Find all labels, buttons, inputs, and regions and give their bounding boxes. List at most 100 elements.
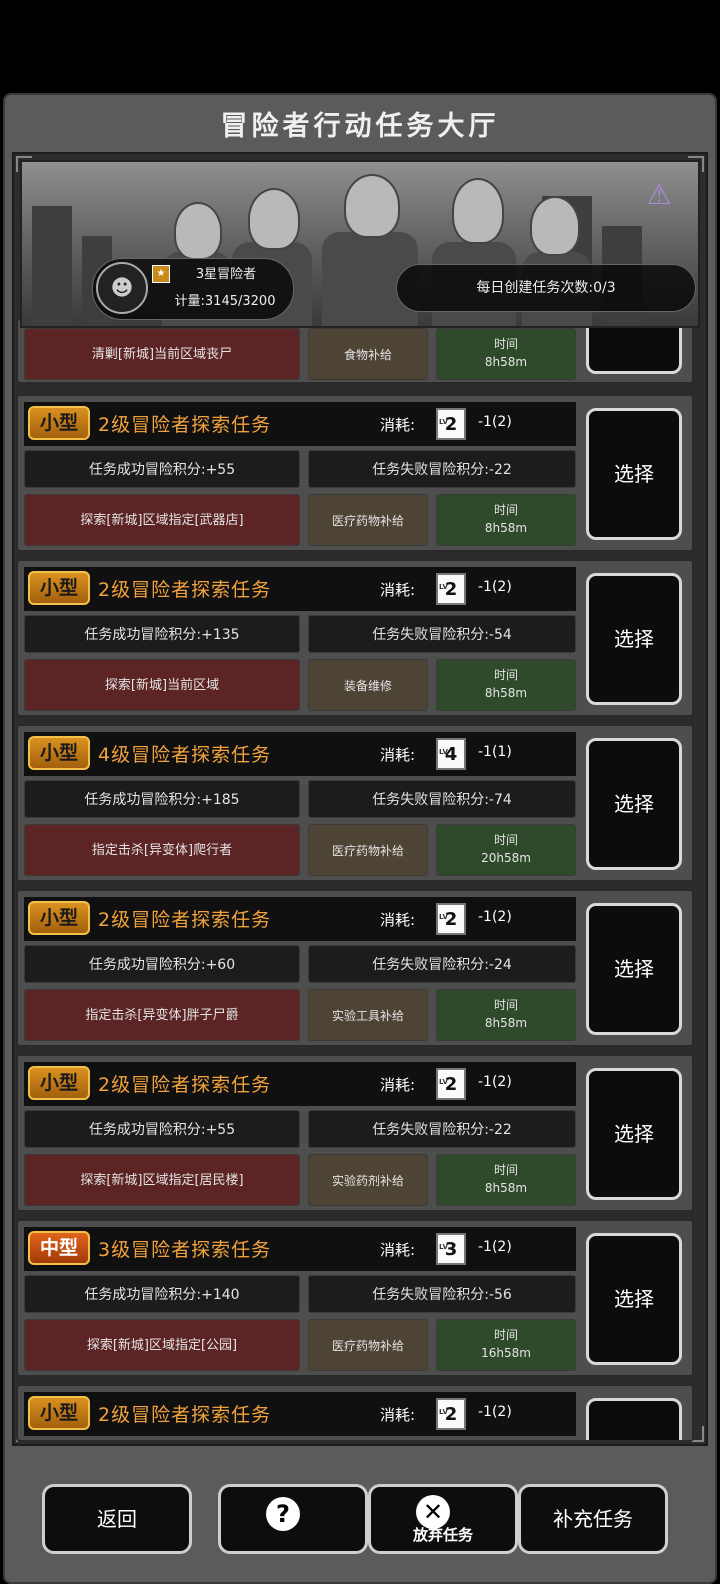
level-ticket-icon: LV 2 xyxy=(436,1398,466,1430)
task-title-bar: 小型 2级冒险者探索任务 消耗: LV 2 -1(2) xyxy=(24,1062,576,1106)
task-time: 时间 8h58m xyxy=(436,494,576,546)
task-success-score: 任务成功冒险积分:+135 xyxy=(24,615,300,653)
select-button[interactable]: 选择 xyxy=(586,903,682,1035)
time-value: 20h58m xyxy=(481,851,531,865)
task-size-badge: 小型 xyxy=(28,571,90,605)
task-time: 时间 8h58m xyxy=(436,1154,576,1206)
abandon-task-button[interactable]: ✕ 放弃任务 xyxy=(368,1484,518,1554)
cost-value: -1(2) xyxy=(478,1404,512,1420)
back-button[interactable]: 返回 xyxy=(42,1484,192,1554)
task-title: 2级冒险者探索任务 xyxy=(98,1404,272,1426)
task-card: 小型 2级冒险者探索任务 消耗: LV 2 -1(2) xyxy=(16,1384,694,1442)
select-button[interactable] xyxy=(586,1398,682,1440)
rank-name: 3星冒险者 xyxy=(195,267,257,282)
task-target: 探索[新城]区域指定[居民楼] xyxy=(24,1154,300,1206)
task-fail-score: 任务失败冒险积分:-24 xyxy=(308,945,576,983)
task-fail-score: 任务失败冒险积分:-54 xyxy=(308,615,576,653)
task-title-bar: 中型 3级冒险者探索任务 消耗: LV 3 -1(2) xyxy=(24,1227,576,1271)
task-title: 2级冒险者探索任务 xyxy=(98,579,272,601)
task-reward: 装备维修 xyxy=(308,659,428,711)
task-title: 2级冒险者探索任务 xyxy=(98,909,272,931)
cost-value: -1(2) xyxy=(478,1074,512,1090)
time-value: 16h58m xyxy=(481,1346,531,1360)
task-title-bar: 小型 2级冒险者探索任务 消耗: LV 2 -1(2) xyxy=(24,897,576,941)
cost-label: 消耗: xyxy=(380,1406,416,1424)
task-time: 时间 20h58m xyxy=(436,824,576,876)
task-target: 指定击杀[异变体]胖子尸爵 xyxy=(24,989,300,1041)
task-card: 小型 2级冒险者探索任务 消耗: LV 2 -1(2) 任务成功冒险积分:+60 … xyxy=(16,889,694,1047)
abandon-task-label: 放弃任务 xyxy=(412,1526,473,1544)
task-target: 探索[新城]当前区域 xyxy=(24,659,300,711)
select-button[interactable]: 选择 xyxy=(586,1068,682,1200)
task-time: 时间 8h58m xyxy=(436,659,576,711)
select-button[interactable]: 选择 xyxy=(586,408,682,540)
task-reward: 医疗药物补给 xyxy=(308,1319,428,1371)
task-reward: 实验药剂补给 xyxy=(308,1154,428,1206)
page-title: 冒险者行动任务大厅 xyxy=(220,111,500,142)
task-title-bar: 小型 4级冒险者探索任务 消耗: LV 4 -1(1) xyxy=(24,732,576,776)
abandon-x-icon: ✕ xyxy=(416,1495,450,1529)
task-success-score: 任务成功冒险积分:+185 xyxy=(24,780,300,818)
cost-label: 消耗: xyxy=(380,746,416,764)
cost-label: 消耗: xyxy=(380,1241,416,1259)
task-size-badge: 小型 xyxy=(28,901,90,935)
task-card: 小型 2级冒险者探索任务 消耗: LV 2 -1(2) 任务成功冒险积分:+135… xyxy=(16,559,694,717)
task-reward: 医疗药物补给 xyxy=(308,824,428,876)
level-ticket-icon: LV 2 xyxy=(436,1068,466,1100)
task-title-bar: 小型 2级冒险者探索任务 消耗: LV 2 -1(2) xyxy=(24,402,576,446)
time-label: 时间 xyxy=(493,833,518,847)
task-fail-score: 任务失败冒险积分:-22 xyxy=(308,450,576,488)
level-ticket-icon: LV 4 xyxy=(436,738,466,770)
task-reward: 食物补给 xyxy=(308,328,428,380)
cost-value: -1(2) xyxy=(478,579,512,595)
task-title: 2级冒险者探索任务 xyxy=(98,1074,272,1096)
task-reward: 实验工具补给 xyxy=(308,989,428,1041)
task-reward: 医疗药物补给 xyxy=(308,494,428,546)
select-button[interactable]: 选择 xyxy=(586,1233,682,1365)
time-label: 时间 xyxy=(493,1163,518,1177)
task-card: 小型 2级冒险者探索任务 消耗: LV 2 -1(2) 任务成功冒险积分:+55 … xyxy=(16,394,694,552)
select-button[interactable]: 选择 xyxy=(586,738,682,870)
cost-value: -1(1) xyxy=(478,744,512,760)
task-title: 3级冒险者探索任务 xyxy=(98,1239,272,1261)
task-target: 探索[新城]区域指定[武器店] xyxy=(24,494,300,546)
task-size-badge: 小型 xyxy=(28,1396,90,1430)
task-success-score: 任务成功冒险积分:+60 xyxy=(24,945,300,983)
task-fail-score: 任务失败冒险积分:-22 xyxy=(308,1110,576,1148)
cost-value: -1(2) xyxy=(478,414,512,430)
task-size-badge: 小型 xyxy=(28,406,90,440)
level-ticket-icon: LV 2 xyxy=(436,573,466,605)
task-card: 小型 2级冒险者探索任务 消耗: LV 2 -1(2) 任务成功冒险积分:+55 … xyxy=(16,1054,694,1212)
task-size-badge: 小型 xyxy=(28,736,90,770)
select-button[interactable]: 选择 xyxy=(586,573,682,705)
task-target: 清剿[新城]当前区域丧尸 xyxy=(24,328,300,380)
time-value: 8h58m xyxy=(484,1016,528,1030)
task-target: 探索[新城]区域指定[公园] xyxy=(24,1319,300,1371)
cost-label: 消耗: xyxy=(380,1076,416,1094)
task-time: 时间 8h58m xyxy=(436,328,576,380)
task-target: 指定击杀[异变体]爬行者 xyxy=(24,824,300,876)
level-ticket-icon: LV 3 xyxy=(436,1233,466,1265)
help-button[interactable]: ? xyxy=(218,1484,368,1554)
task-card: 中型 3级冒险者探索任务 消耗: LV 3 -1(2) 任务成功冒险积分:+140… xyxy=(16,1219,694,1377)
triangle-logo-icon: ⚠ xyxy=(646,178,672,211)
task-title-bar: 小型 2级冒险者探索任务 消耗: LV 2 -1(2) xyxy=(24,1392,576,1436)
time-label: 时间 xyxy=(493,998,518,1012)
task-fail-score: 任务失败冒险积分:-56 xyxy=(308,1275,576,1313)
supplement-task-button[interactable]: 补充任务 xyxy=(518,1484,668,1554)
task-success-score: 任务成功冒险积分:+55 xyxy=(24,450,300,488)
time-label: 时间 xyxy=(493,503,518,517)
time-label: 时间 xyxy=(493,668,518,682)
help-question-icon: ? xyxy=(266,1497,300,1531)
time-label: 时间 xyxy=(493,1328,518,1342)
task-size-badge: 小型 xyxy=(28,1066,90,1100)
time-label: 时间 xyxy=(493,337,518,351)
task-card: 小型 4级冒险者探索任务 消耗: LV 4 -1(1) 任务成功冒险积分:+185… xyxy=(16,724,694,882)
level-ticket-icon: LV 2 xyxy=(436,408,466,440)
adventurer-avatar-icon: ☻ xyxy=(96,262,148,314)
task-success-score: 任务成功冒险积分:+55 xyxy=(24,1110,300,1148)
task-title-bar: 小型 2级冒险者探索任务 消耗: LV 2 -1(2) xyxy=(24,567,576,611)
task-time: 时间 8h58m xyxy=(436,989,576,1041)
cost-value: -1(2) xyxy=(478,1239,512,1255)
time-value: 8h58m xyxy=(484,686,528,700)
